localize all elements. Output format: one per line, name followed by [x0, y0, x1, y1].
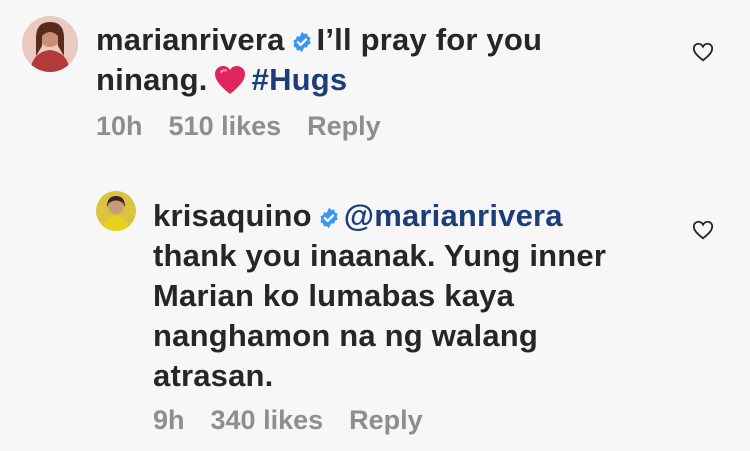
comment-line-2: ninang. #Hugs [96, 60, 676, 100]
comment-text-line: atrasan. [153, 358, 274, 393]
comment-text: krisaquino @marianrivera thank you inaana… [153, 196, 673, 396]
username[interactable]: marianrivera [96, 22, 285, 57]
reply-button[interactable]: Reply [349, 403, 423, 437]
comment-time: 10h [96, 111, 143, 141]
avatar[interactable] [22, 16, 78, 72]
avatar[interactable] [96, 191, 136, 231]
verified-badge-icon [320, 207, 338, 229]
verified-badge-icon [292, 31, 311, 53]
comment-text-line: nanghamon na ng walang [153, 318, 539, 353]
comment-text-line: Marian ko lumabas kaya [153, 278, 515, 313]
like-count[interactable]: 510 likes [169, 109, 282, 143]
comment-text-line-2: ninang. [96, 62, 208, 97]
comment-line-1: krisaquino @marianrivera [153, 196, 673, 236]
comment-time: 9h [153, 405, 185, 435]
like-heart-icon[interactable] [692, 41, 714, 63]
comment-text: marianrivera I’ll pray for you ninang. #Hu… [96, 20, 676, 100]
red-heart-emoji-icon [214, 66, 245, 94]
username[interactable]: krisaquino [153, 198, 312, 233]
hashtag-link[interactable]: #Hugs [252, 62, 348, 97]
comment-text-line: thank you inaanak. Yung inner [153, 238, 607, 273]
comment-text-line-1: I’ll pray for you [316, 22, 543, 57]
mention-link[interactable]: @marianrivera [344, 198, 563, 233]
reply-button[interactable]: Reply [307, 109, 381, 143]
comment-meta: 10h 510 likes Reply [96, 109, 381, 143]
comment-meta: 9h 340 likes Reply [153, 403, 423, 437]
comment-line-1: marianrivera I’ll pray for you [96, 20, 676, 60]
like-count[interactable]: 340 likes [211, 403, 324, 437]
like-heart-icon[interactable] [692, 219, 714, 241]
